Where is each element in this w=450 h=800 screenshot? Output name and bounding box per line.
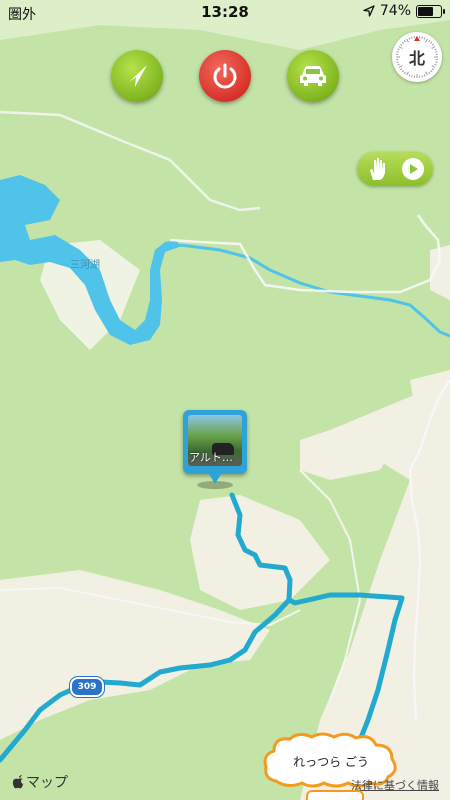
battery-level-fill xyxy=(418,6,433,16)
power-icon xyxy=(213,63,237,89)
play-icon xyxy=(402,158,424,180)
hand-icon xyxy=(370,158,385,180)
compass-tick xyxy=(401,70,404,73)
compass-tick xyxy=(411,75,413,78)
map-canvas[interactable] xyxy=(0,0,450,800)
maps-label: マップ xyxy=(26,775,68,791)
compass-north-label: 北 xyxy=(408,49,425,68)
lake-label: 三河湖 xyxy=(70,260,100,271)
compass-tick xyxy=(430,70,433,73)
apple-logo-icon xyxy=(12,775,23,789)
compass-tick xyxy=(408,74,411,77)
hand-play-toggle[interactable] xyxy=(357,152,433,186)
compass-tick xyxy=(423,74,426,77)
bottom-marker xyxy=(306,790,364,800)
status-bar: 圏外 13:28 74% xyxy=(0,0,450,24)
photo-pin[interactable]: アルト… xyxy=(183,410,247,484)
battery-icon xyxy=(416,4,445,18)
location-arrow-icon xyxy=(363,5,375,17)
compass-tick xyxy=(406,38,409,43)
compass-tick xyxy=(421,36,423,39)
compass-tick xyxy=(411,36,413,39)
compass-tick xyxy=(408,37,411,40)
pin-caption: アルト… xyxy=(189,451,233,464)
car-icon xyxy=(300,66,326,86)
compass-tick xyxy=(423,37,426,40)
compass-button[interactable]: 北 xyxy=(392,32,442,82)
compass-tick xyxy=(425,38,428,43)
speech-cloud-text: れっつら ごう xyxy=(293,755,369,769)
legal-link[interactable]: 法律に基づく情報 xyxy=(351,777,439,793)
compass-tick xyxy=(430,41,433,44)
compass-tick xyxy=(421,75,423,78)
compass-tick xyxy=(403,40,406,43)
compass-tick xyxy=(428,71,431,74)
compass-tick xyxy=(401,41,404,44)
route-number-shield: 309 xyxy=(70,677,104,697)
maps-attribution: マップ xyxy=(12,772,68,792)
screen: 圏外 13:28 74% 北 三河湖 アルト… 309 れっつら ごう マップ … xyxy=(0,0,450,800)
status-right: 74% xyxy=(363,3,445,19)
navigation-arrow-icon xyxy=(129,65,147,87)
compass-tick xyxy=(428,40,431,43)
battery-percent: 74% xyxy=(379,3,411,19)
power-button[interactable] xyxy=(199,50,251,102)
compass-tick xyxy=(406,71,409,76)
pin-tip xyxy=(209,474,221,484)
car-button[interactable] xyxy=(287,50,339,102)
compass-tick xyxy=(425,71,428,76)
compass-tick xyxy=(403,71,406,74)
navigate-button[interactable] xyxy=(111,50,163,102)
